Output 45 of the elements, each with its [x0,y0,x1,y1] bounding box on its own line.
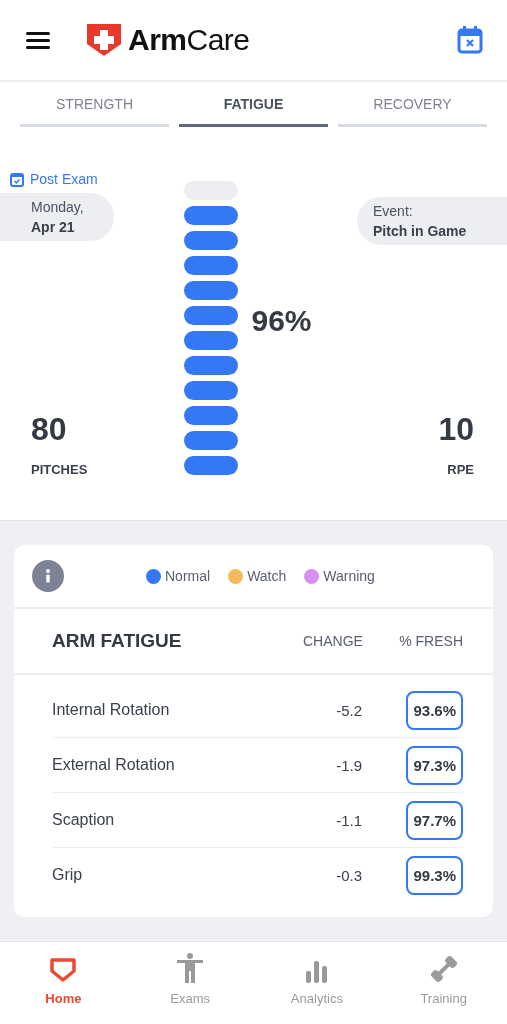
info-icon[interactable] [32,560,64,592]
legend-label: Normal [165,568,211,584]
fresh-badge: 97.7% [406,800,463,840]
menu-icon[interactable] [26,31,50,49]
date-day: Apr 21 [31,219,98,235]
tab[interactable]: RECOVERY [338,82,487,127]
calendar-icon[interactable] [457,26,483,54]
nav-item[interactable]: Training [380,942,507,1024]
meter-reading: 96% [251,303,312,338]
rpe-value: 10 [438,411,474,448]
dumbbell-icon [429,955,458,983]
table-cell-text: Grip [52,866,84,884]
column-header: % FRESH [398,633,463,649]
exam-type: Post Exam [30,171,98,187]
legend-label: Watch [247,568,287,584]
fresh-badge: 93.6% [406,690,463,730]
event-value: Pitch in Game [373,223,468,239]
rpe-label: RPE [447,462,474,477]
bar-chart-icon [305,961,328,983]
table-cell-text: -1.1 [335,811,362,829]
table-title: ARM FATIGUE [52,630,183,652]
pitch-count: 80 [31,411,68,448]
shield-cross-icon [86,22,122,58]
nav-item[interactable]: Home [0,942,127,1024]
table-cell-text: External Rotation [52,756,176,774]
table-cell-text: Scaption [52,811,116,829]
tab[interactable]: STRENGTH [20,82,169,127]
nav-item[interactable]: Exams [126,942,254,1024]
legend-label: Warning [323,568,375,584]
table-cell-text: -5.2 [335,701,362,719]
table-cell-text: Internal Rotation [52,701,171,719]
event-label: Event: [373,203,414,219]
date-weekday: Monday, [31,199,85,215]
table-cell-text: -1.9 [335,756,362,774]
pitch-count-label: PITCHES [31,462,89,477]
table-cell-text: -0.3 [335,866,362,884]
fresh-badge: 97.3% [406,745,463,785]
home-plate-icon [49,957,78,983]
tab[interactable]: FATIGUE [179,82,328,127]
calendar-check-icon [10,171,24,187]
person-icon [177,953,204,983]
brand-name: ArmCare [128,23,250,57]
fresh-badge: 99.3% [406,855,463,895]
column-header: CHANGE [303,633,364,649]
nav-item[interactable]: Analytics [253,942,381,1024]
